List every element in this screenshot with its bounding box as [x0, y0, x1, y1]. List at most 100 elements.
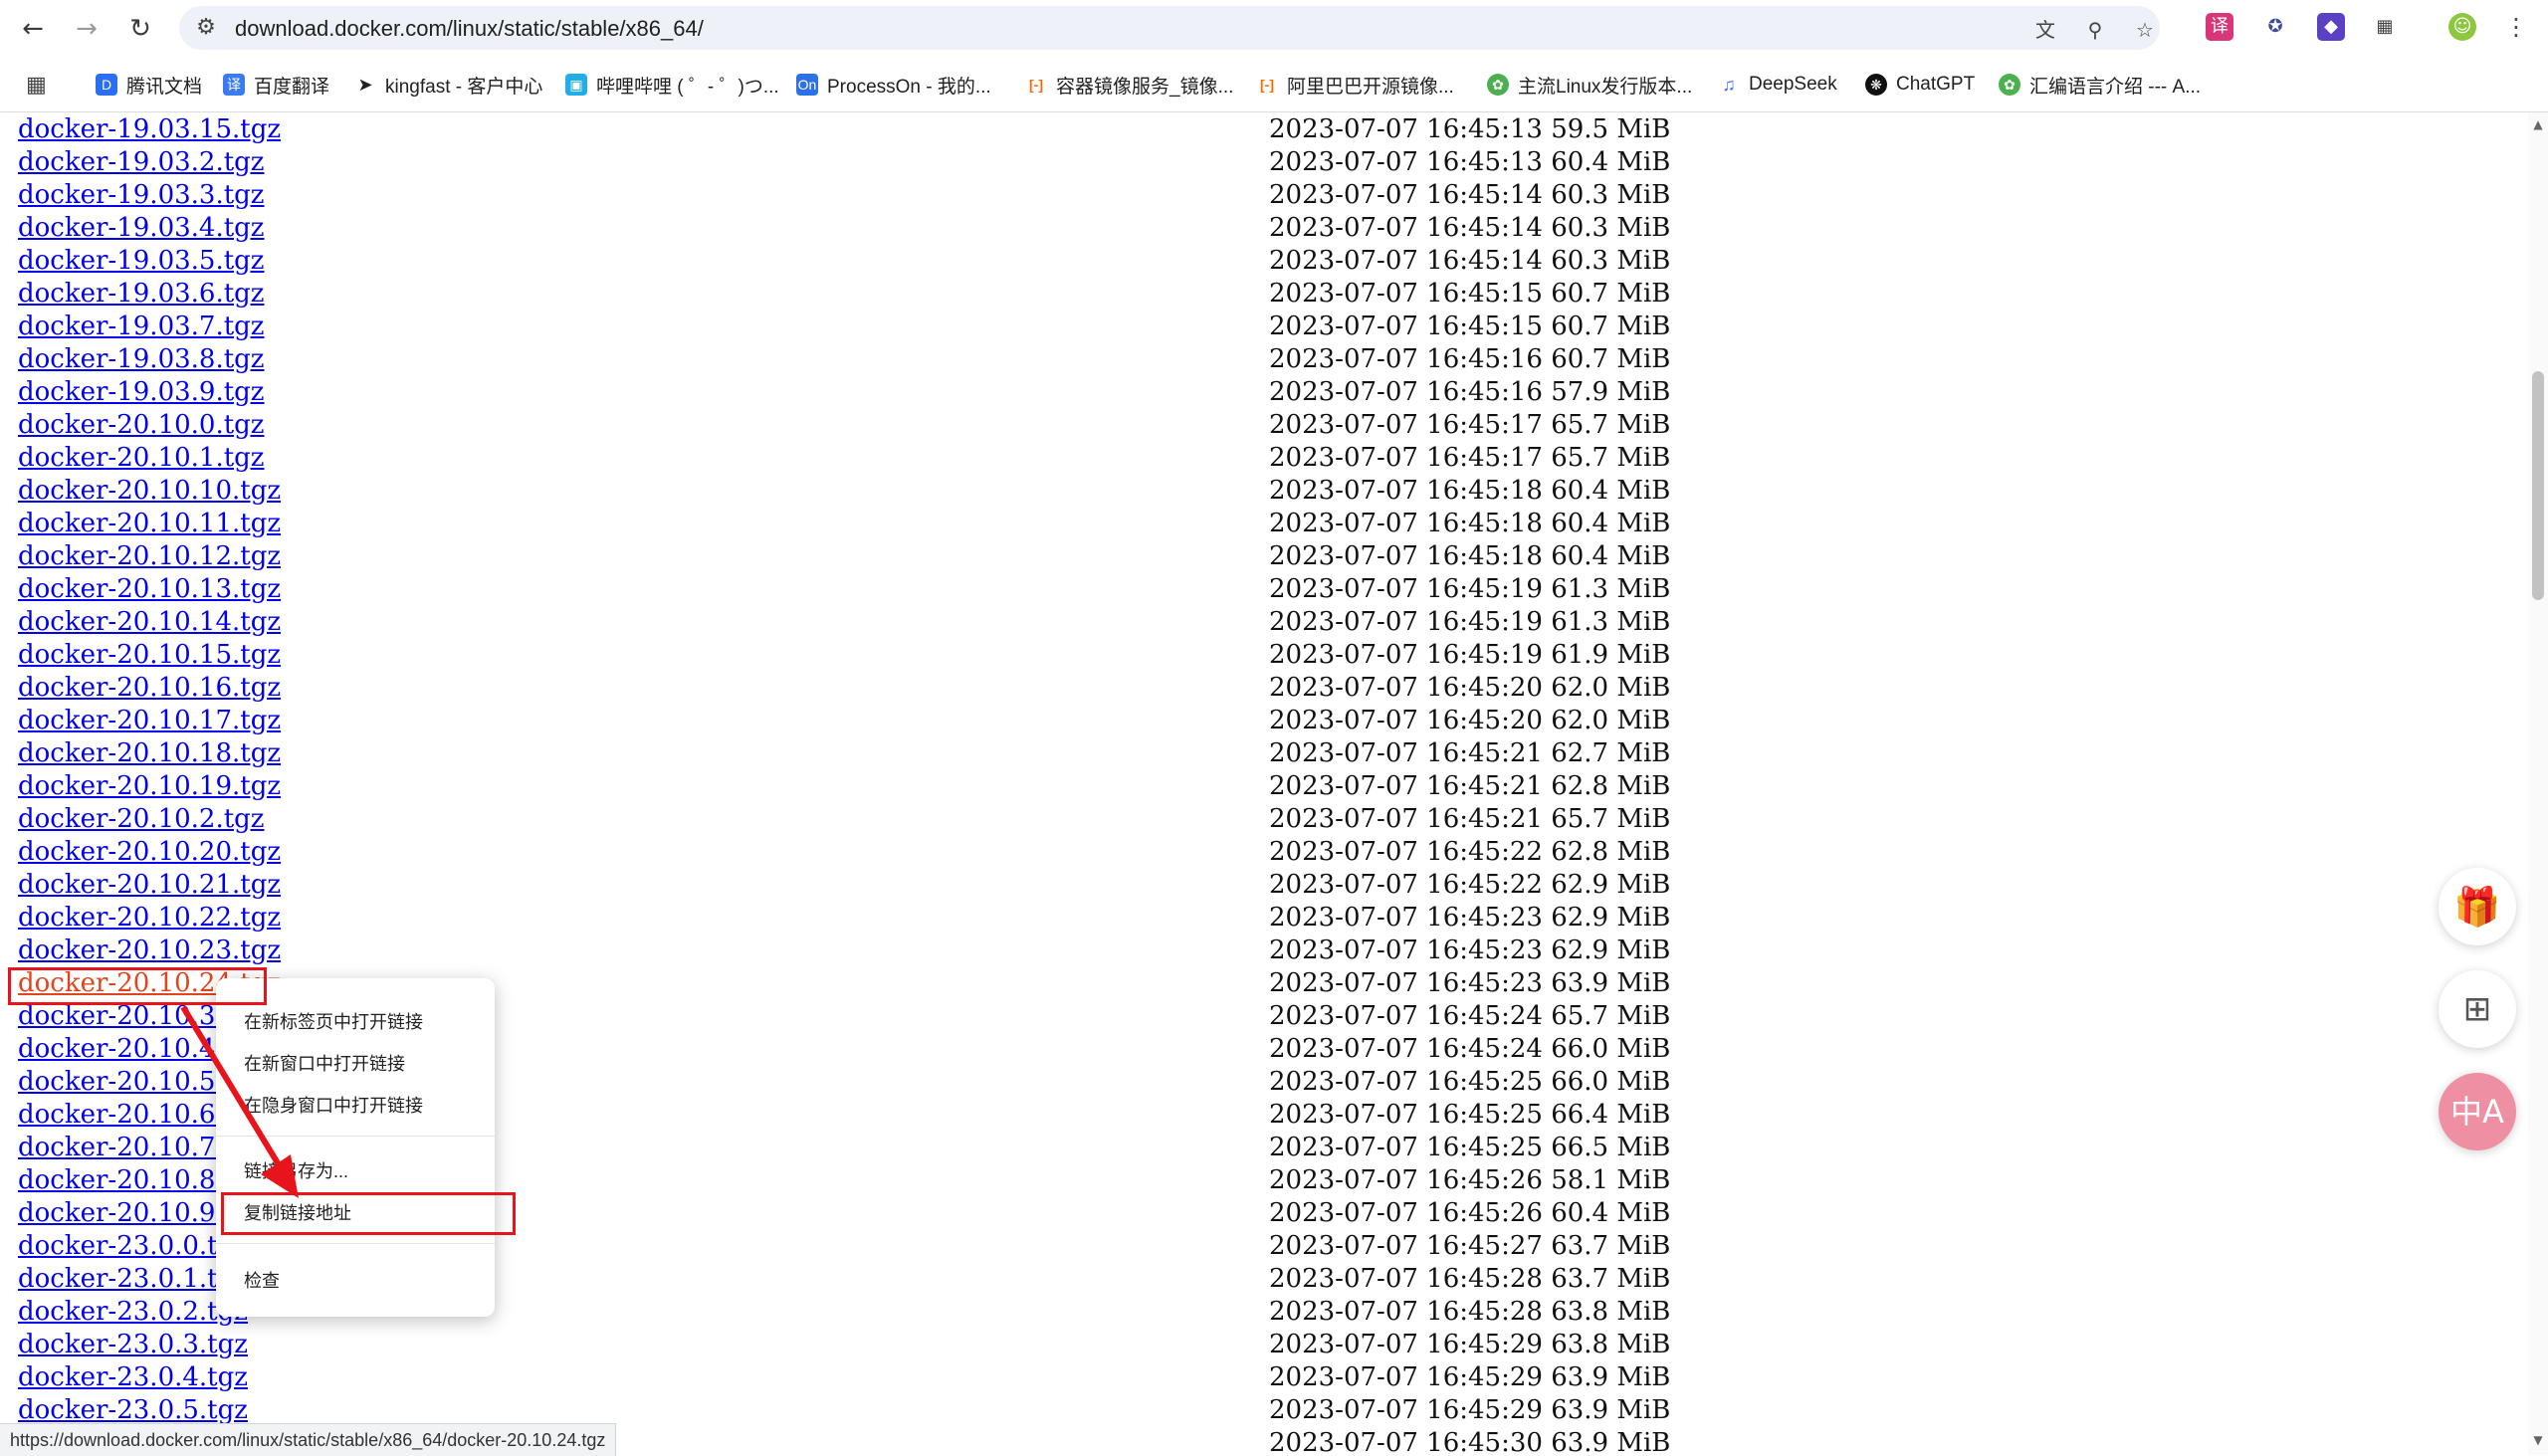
bookmark-item[interactable]: On ProcessOn - 我的...: [796, 72, 991, 98]
highlight-box-copy: [221, 1192, 516, 1235]
file-link[interactable]: docker-20.10.21.tgz: [18, 870, 281, 900]
file-meta: 2023-07-07 16:45:19 61.3 MiB: [1269, 607, 1671, 637]
file-link[interactable]: docker-20.10.2.tgz: [18, 804, 265, 834]
forward-arrow-icon[interactable]: →: [72, 14, 102, 44]
file-meta: 2023-07-07 16:45:20 62.0 MiB: [1269, 673, 1671, 703]
file-meta: 2023-07-07 16:45:23 62.9 MiB: [1269, 936, 1671, 965]
file-link[interactable]: docker-20.10.17.tgz: [18, 706, 281, 735]
file-link[interactable]: docker-23.0.5.tgz: [18, 1395, 248, 1425]
leaf-icon: ✿: [1487, 74, 1509, 96]
bookmark-item[interactable]: ▣ 哔哩哔哩 ( ゜- ゜)つ...: [565, 72, 779, 98]
file-link[interactable]: docker-19.03.3.tgz: [18, 180, 265, 210]
profile-avatar-icon[interactable]: ☺: [2448, 13, 2476, 41]
context-menu: 在新标签页中打开链接 在新窗口中打开链接 在隐身窗口中打开链接 链接另存为...…: [216, 978, 495, 1317]
file-meta: 2023-07-07 16:45:22 62.8 MiB: [1269, 837, 1671, 867]
file-link[interactable]: docker-20.10.13.tgz: [18, 574, 281, 604]
bookmark-item[interactable]: ➤ kingfast - 客户中心: [354, 72, 542, 98]
bookmark-item[interactable]: ❋ ChatGPT: [1865, 72, 1975, 98]
file-link[interactable]: docker-20.10.15.tgz: [18, 640, 281, 670]
scroll-down-arrow-icon[interactable]: ▼: [2528, 1433, 2548, 1449]
menu-open-new-window[interactable]: 在新窗口中打开链接: [244, 1050, 405, 1076]
bookmark-item[interactable]: [-] 阿里巴巴开源镜像...: [1256, 72, 1454, 98]
menu-open-new-tab[interactable]: 在新标签页中打开链接: [244, 1008, 423, 1034]
menu-open-incognito[interactable]: 在隐身窗口中打开链接: [244, 1092, 423, 1118]
listing-row: docker-23.0.3.tgz 2023-07-07 16:45:29 63.…: [0, 1330, 2528, 1362]
listing-row: docker-20.10.12.tgz 2023-07-07 16:45:18 6…: [0, 541, 2528, 574]
bookmark-item[interactable]: [-] 容器镜像服务_镜像...: [1025, 72, 1233, 98]
vertical-scrollbar[interactable]: [2528, 112, 2548, 1455]
listing-row: docker-20.10.17.tgz 2023-07-07 16:45:20 6…: [0, 706, 2528, 738]
file-meta: 2023-07-07 16:45:24 65.7 MiB: [1269, 1001, 1671, 1031]
bookmark-label: ProcessOn - 我的...: [827, 76, 991, 98]
bookmark-item[interactable]: D 腾讯文档: [96, 72, 202, 98]
file-link[interactable]: docker-19.03.7.tgz: [18, 312, 265, 341]
listing-row: docker-20.10.11.tgz 2023-07-07 16:45:18 6…: [0, 509, 2528, 541]
listing-row: docker-20.10.1.tgz 2023-07-07 16:45:17 65…: [0, 443, 2528, 476]
file-link[interactable]: docker-20.10.14.tgz: [18, 607, 281, 637]
bookmark-label: ChatGPT: [1896, 74, 1976, 95]
apps-add-icon[interactable]: ⊞: [2439, 970, 2516, 1048]
file-link[interactable]: docker-20.10.22.tgz: [18, 903, 281, 933]
bookmark-item[interactable]: ✿ 汇编语言介绍 --- A...: [1999, 72, 2201, 98]
file-link[interactable]: docker-19.03.15.tgz: [18, 114, 281, 144]
file-link[interactable]: docker-20.10.11.tgz: [18, 509, 281, 538]
scrollbar-thumb[interactable]: [2532, 371, 2544, 600]
menu-inspect[interactable]: 检查: [244, 1267, 280, 1293]
bookmark-label: 主流Linux发行版本...: [1518, 76, 1693, 98]
file-link[interactable]: docker-23.0.4.tgz: [18, 1362, 248, 1392]
file-meta: 2023-07-07 16:45:30 63.9 MiB: [1269, 1428, 1671, 1455]
file-link[interactable]: docker-20.10.19.tgz: [18, 771, 281, 801]
reload-icon[interactable]: ↻: [125, 14, 155, 44]
extension-badge-icon[interactable]: ◆: [2317, 13, 2345, 41]
gift-icon[interactable]: 🎁: [2439, 868, 2516, 945]
scroll-up-arrow-icon[interactable]: ▲: [2528, 117, 2548, 133]
bookmark-label: 哔哩哔哩 ( ゜- ゜)つ...: [596, 76, 779, 98]
file-link[interactable]: docker-20.10.20.tgz: [18, 837, 281, 867]
file-link[interactable]: docker-20.10.1.tgz: [18, 443, 265, 473]
bookmark-item[interactable]: 译 百度翻译: [223, 72, 329, 98]
bookmark-star-icon[interactable]: ☆: [2132, 18, 2158, 42]
file-link[interactable]: docker-20.10.12.tgz: [18, 541, 281, 571]
apps-grid-icon[interactable]: ▦: [26, 72, 47, 98]
address-bar[interactable]: ⚙ download.docker.com/linux/static/stabl…: [179, 6, 2160, 50]
extension-translate-icon[interactable]: 译: [2206, 13, 2233, 41]
file-link[interactable]: docker-19.03.2.tgz: [18, 147, 265, 177]
file-link[interactable]: docker-23.0.0.tgz: [18, 1231, 248, 1261]
file-link[interactable]: docker-20.10.16.tgz: [18, 673, 281, 703]
bookmark-item[interactable]: ♫ DeepSeek: [1718, 72, 1836, 98]
menu-kebab-icon[interactable]: ⋮: [2502, 13, 2530, 41]
file-link[interactable]: docker-19.03.6.tgz: [18, 279, 265, 309]
translate-float-icon[interactable]: 中A: [2439, 1073, 2516, 1150]
file-link[interactable]: docker-23.0.2.tgz: [18, 1297, 248, 1327]
bilibili-icon: ▣: [565, 74, 587, 96]
file-link[interactable]: docker-19.03.8.tgz: [18, 344, 265, 374]
back-arrow-icon[interactable]: ←: [18, 14, 48, 44]
zoom-icon[interactable]: ⚲: [2082, 18, 2108, 42]
bookmark-label: 百度翻译: [254, 76, 330, 98]
file-link[interactable]: docker-19.03.9.tgz: [18, 377, 265, 407]
translate-icon[interactable]: 文: [2032, 18, 2058, 42]
file-link[interactable]: docker-20.10.10.tgz: [18, 476, 281, 506]
listing-row: docker-20.10.22.tgz 2023-07-07 16:45:23 6…: [0, 903, 2528, 936]
bookmark-label: kingfast - 客户中心: [385, 76, 543, 98]
file-link[interactable]: docker-19.03.4.tgz: [18, 213, 265, 243]
file-meta: 2023-07-07 16:45:28 63.8 MiB: [1269, 1297, 1671, 1327]
bookmark-item[interactable]: ✿ 主流Linux发行版本...: [1487, 72, 1692, 98]
baidu-translate-icon: 译: [223, 74, 245, 96]
file-meta: 2023-07-07 16:45:21 62.7 MiB: [1269, 738, 1671, 768]
file-meta: 2023-07-07 16:45:14 60.3 MiB: [1269, 246, 1671, 276]
file-meta: 2023-07-07 16:45:27 63.7 MiB: [1269, 1231, 1671, 1261]
extension-network-icon[interactable]: ✪: [2261, 13, 2289, 41]
file-link[interactable]: docker-23.0.1.tgz: [18, 1264, 248, 1294]
address-url[interactable]: download.docker.com/linux/static/stable/…: [235, 16, 704, 42]
file-link[interactable]: docker-19.03.5.tgz: [18, 246, 265, 276]
file-link[interactable]: docker-20.10.0.tgz: [18, 410, 265, 440]
file-link[interactable]: docker-20.10.18.tgz: [18, 738, 281, 768]
file-link[interactable]: docker-20.10.23.tgz: [18, 936, 281, 965]
site-info-icon[interactable]: ⚙: [193, 15, 219, 41]
extensions-puzzle-icon[interactable]: ▦: [2371, 13, 2399, 41]
listing-row: docker-20.10.0.tgz 2023-07-07 16:45:17 65…: [0, 410, 2528, 443]
menu-save-link-as[interactable]: 链接另存为...: [244, 1157, 348, 1183]
file-meta: 2023-07-07 16:45:14 60.3 MiB: [1269, 180, 1671, 210]
file-link[interactable]: docker-23.0.3.tgz: [18, 1330, 248, 1359]
